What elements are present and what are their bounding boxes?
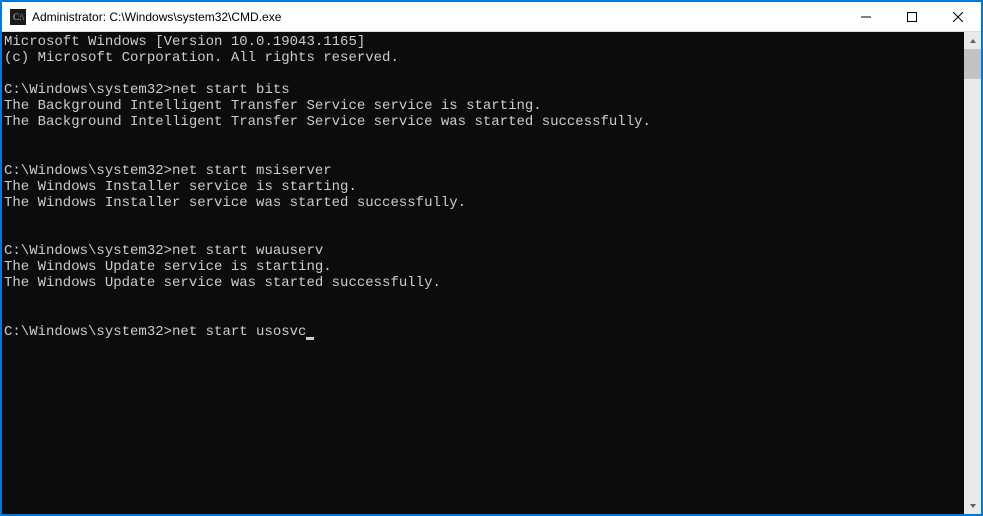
header-line: (c) Microsoft Corporation. All rights re… [4, 50, 960, 66]
blank-line [4, 292, 960, 308]
command-text: net start bits [172, 82, 290, 98]
current-command-line: C:\Windows\system32>net start usosvc [4, 324, 960, 340]
scroll-thumb[interactable] [964, 49, 981, 79]
cursor [306, 337, 314, 340]
scroll-track[interactable] [964, 49, 981, 497]
cmd-icon: C:\ [10, 9, 26, 25]
cmd-window: C:\ Administrator: C:\Windows\system32\C… [2, 2, 981, 514]
command-text: net start wuauserv [172, 243, 323, 259]
command-text: net start msiserver [172, 163, 332, 179]
blank-line [4, 147, 960, 163]
prompt: C:\Windows\system32> [4, 243, 172, 259]
blank-line [4, 227, 960, 243]
command-line: C:\Windows\system32>net start msiserver [4, 163, 960, 179]
scroll-up-button[interactable] [964, 32, 981, 49]
prompt: C:\Windows\system32> [4, 324, 172, 340]
terminal-area: Microsoft Windows [Version 10.0.19043.11… [2, 32, 981, 514]
command-text: net start usosvc [172, 324, 306, 340]
output-line: The Windows Update service is starting. [4, 259, 960, 275]
scroll-down-button[interactable] [964, 497, 981, 514]
header-line: Microsoft Windows [Version 10.0.19043.11… [4, 34, 960, 50]
output-line: The Background Intelligent Transfer Serv… [4, 114, 960, 130]
maximize-button[interactable] [889, 2, 935, 31]
titlebar[interactable]: C:\ Administrator: C:\Windows\system32\C… [2, 2, 981, 32]
close-button[interactable] [935, 2, 981, 31]
output-line: The Background Intelligent Transfer Serv… [4, 98, 960, 114]
command-line: C:\Windows\system32>net start bits [4, 82, 960, 98]
terminal-output[interactable]: Microsoft Windows [Version 10.0.19043.11… [2, 32, 964, 514]
window-title: Administrator: C:\Windows\system32\CMD.e… [32, 10, 843, 24]
blank-line [4, 211, 960, 227]
window-controls [843, 2, 981, 31]
vertical-scrollbar[interactable] [964, 32, 981, 514]
minimize-button[interactable] [843, 2, 889, 31]
prompt: C:\Windows\system32> [4, 163, 172, 179]
blank-line [4, 308, 960, 324]
output-line: The Windows Installer service was starte… [4, 195, 960, 211]
prompt: C:\Windows\system32> [4, 82, 172, 98]
blank-line [4, 66, 960, 82]
output-line: The Windows Installer service is startin… [4, 179, 960, 195]
output-line: The Windows Update service was started s… [4, 275, 960, 291]
command-line: C:\Windows\system32>net start wuauserv [4, 243, 960, 259]
svg-text:C:\: C:\ [13, 12, 25, 22]
blank-line [4, 131, 960, 147]
